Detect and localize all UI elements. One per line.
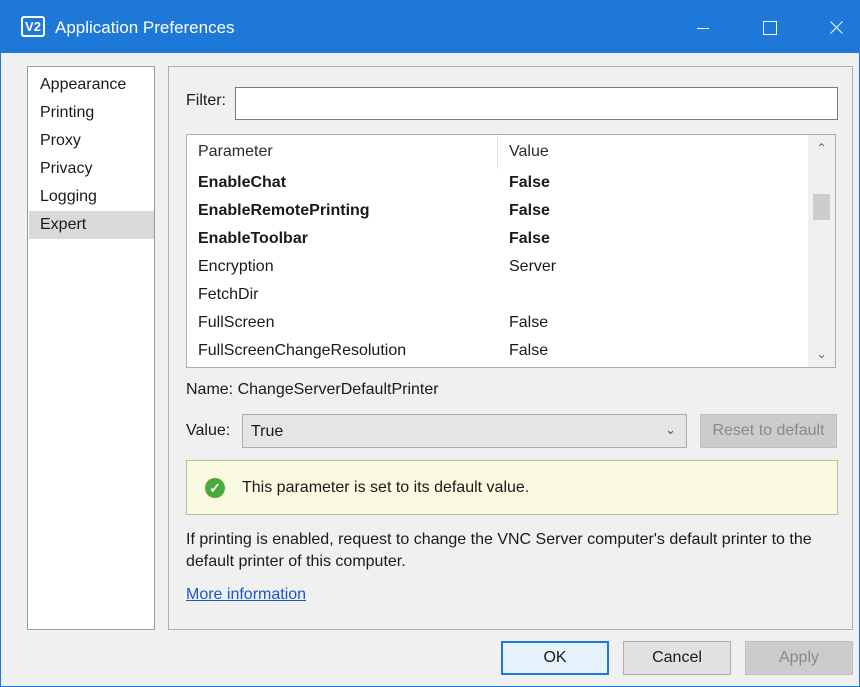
- ok-button[interactable]: OK: [501, 641, 609, 675]
- table-row[interactable]: Encryption Server: [187, 253, 808, 281]
- title-bar[interactable]: V2 Application Preferences: [1, 1, 859, 53]
- value-cell: False: [509, 342, 549, 359]
- cancel-button[interactable]: Cancel: [623, 641, 731, 675]
- value-cell: Server: [509, 258, 557, 275]
- parameter-description: If printing is enabled, request to chang…: [186, 531, 812, 570]
- window-title: Application Preferences: [55, 18, 235, 37]
- scroll-up-arrow-icon[interactable]: ⌃: [808, 135, 835, 161]
- value-cell: False: [509, 314, 549, 331]
- sidebar-item-proxy[interactable]: Proxy: [29, 127, 154, 155]
- column-header-value[interactable]: Value: [499, 135, 808, 169]
- table-row[interactable]: EnableRemotePrinting False: [187, 197, 808, 225]
- sidebar-item-expert[interactable]: Expert: [29, 211, 154, 239]
- parameter-cell: FullScreen: [198, 314, 275, 331]
- table-row[interactable]: FullScreenChangeResolution False: [187, 337, 808, 365]
- checkmark-circle-icon: ✓: [205, 478, 225, 498]
- preferences-window: V2 Application Preferences Appearance Pr…: [0, 0, 860, 687]
- close-button[interactable]: [803, 1, 860, 53]
- reset-to-default-button[interactable]: Reset to default: [700, 414, 837, 448]
- chevron-down-icon: ⌄: [665, 422, 676, 437]
- sidebar-item-printing[interactable]: Printing: [29, 99, 154, 127]
- value-label: Value:: [186, 422, 231, 439]
- category-list: Appearance Printing Proxy Privacy Loggin…: [27, 66, 155, 630]
- parameter-name: Name: ChangeServerDefaultPrinter: [186, 381, 439, 398]
- value-cell: False: [509, 230, 550, 247]
- scroll-down-arrow-icon[interactable]: ⌄: [808, 341, 835, 367]
- table-row[interactable]: FetchDir: [187, 281, 808, 309]
- apply-button[interactable]: Apply: [745, 641, 853, 675]
- scroll-thumb[interactable]: [813, 194, 830, 220]
- more-information-link[interactable]: More information: [186, 586, 306, 604]
- table-row[interactable]: EnableToolbar False: [187, 225, 808, 253]
- value-dropdown-selected: True: [251, 423, 284, 440]
- parameter-cell: Encryption: [198, 258, 274, 275]
- parameter-cell: FullScreenChangeResolution: [198, 342, 407, 359]
- parameter-cell: FetchDir: [198, 286, 259, 303]
- minimize-button[interactable]: [671, 1, 735, 53]
- column-header-parameter[interactable]: Parameter: [187, 135, 498, 169]
- value-cell: False: [509, 174, 550, 191]
- sidebar-item-appearance[interactable]: Appearance: [29, 71, 154, 99]
- table-row[interactable]: EnableChat False: [187, 169, 808, 197]
- default-value-notice: ✓ This parameter is set to its default v…: [186, 460, 838, 515]
- parameter-table: Parameter Value EnableChat False EnableR…: [186, 134, 836, 368]
- filter-input[interactable]: [235, 87, 838, 120]
- app-logo-icon: V2: [21, 16, 45, 37]
- table-row[interactable]: FullScreen False: [187, 309, 808, 337]
- parameter-cell: EnableChat: [198, 174, 287, 191]
- parameter-cell: EnableRemotePrinting: [198, 202, 370, 219]
- sidebar-item-logging[interactable]: Logging: [29, 183, 154, 211]
- sidebar-item-privacy[interactable]: Privacy: [29, 155, 154, 183]
- filter-label: Filter:: [186, 92, 226, 109]
- table-scrollbar[interactable]: ⌃ ⌄: [808, 135, 835, 367]
- parameter-cell: EnableToolbar: [198, 230, 308, 247]
- expert-panel: Filter: Parameter Value EnableChat False…: [168, 66, 853, 630]
- notice-text: This parameter is set to its default val…: [242, 479, 530, 496]
- value-cell: False: [509, 202, 550, 219]
- value-dropdown[interactable]: True ⌄: [242, 414, 687, 448]
- maximize-button[interactable]: [737, 1, 801, 53]
